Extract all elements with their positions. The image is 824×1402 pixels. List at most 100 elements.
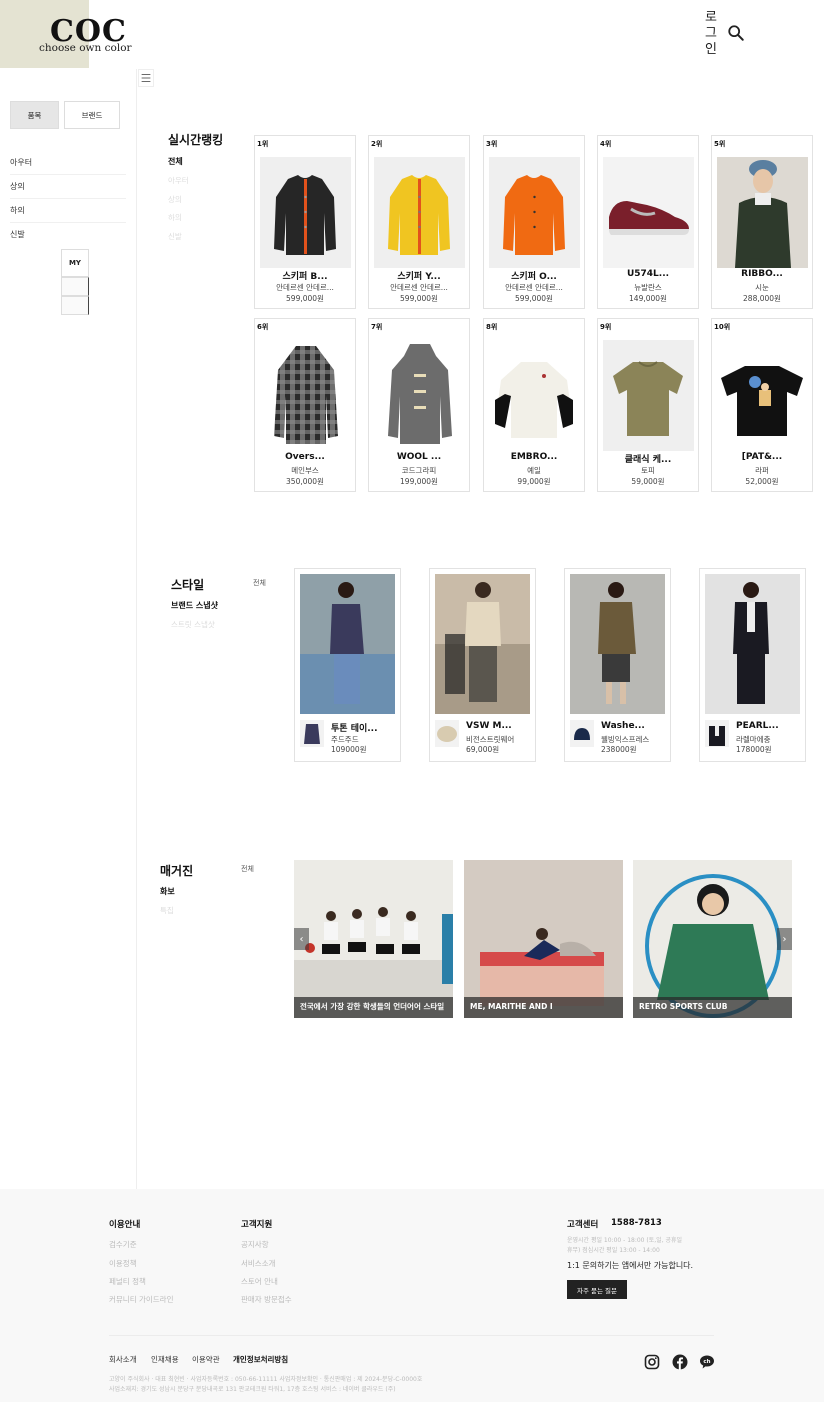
product-image[interactable]	[374, 157, 465, 268]
facebook-icon[interactable]	[672, 1354, 688, 1370]
style-product-thumb[interactable]	[300, 720, 324, 747]
footer-link[interactable]: 스토어 안내	[241, 1276, 278, 1287]
instagram-icon[interactable]	[644, 1354, 660, 1370]
footer-link[interactable]: 커뮤니티 가이드라인	[109, 1294, 173, 1305]
product-name[interactable]: WOOL ...	[369, 452, 469, 462]
product-name[interactable]: 클래식 케...	[598, 452, 698, 465]
footer-link[interactable]: 서비스소개	[241, 1258, 276, 1269]
footer-careers-link[interactable]: 인재채용	[151, 1354, 179, 1365]
product-image[interactable]	[260, 157, 351, 268]
product-image[interactable]	[603, 340, 694, 451]
product-name[interactable]: U574L...	[598, 269, 698, 279]
sidebar-item-shoes[interactable]: 신발	[10, 229, 126, 246]
product-image[interactable]	[603, 157, 694, 268]
style-card[interactable]: VSW M... 비전스트릿웨어 69,000원	[429, 568, 536, 762]
ranking-subcat-shoes[interactable]: 신발	[168, 231, 182, 242]
product-price: 99,000원	[517, 477, 551, 486]
product-name[interactable]: EMBRO...	[484, 452, 584, 462]
footer-terms-link[interactable]: 이용약관	[192, 1354, 220, 1365]
carousel-prev-icon[interactable]: ‹	[294, 928, 309, 950]
style-image[interactable]	[435, 574, 530, 714]
sidebar-item-top[interactable]: 상의	[10, 181, 126, 199]
faq-button[interactable]: 자주 묻는 질문	[567, 1280, 627, 1299]
ranking-subcat-outer[interactable]: 아우터	[168, 175, 189, 186]
rank-badge: 8위	[486, 323, 498, 331]
ranking-subcat-top[interactable]: 상의	[168, 194, 182, 205]
sidebar-item-outer[interactable]: 아우터	[10, 157, 126, 175]
footer-company-link[interactable]: 회사소개	[109, 1354, 137, 1365]
ranking-card[interactable]: 2위 스키퍼 Y... 안데르센 안데르... 599,000원	[368, 135, 470, 309]
magazine-subcat-feature[interactable]: 특집	[160, 905, 174, 916]
recent-item-slot[interactable]	[61, 296, 89, 315]
ranking-card[interactable]: 5위 RIBBO... 시눈 288,000원	[711, 135, 813, 309]
ranking-card[interactable]: 7위 WOOL ... 코드그라피 199,000원	[368, 318, 470, 492]
style-product-thumb[interactable]	[570, 720, 594, 747]
style-product-name[interactable]: Washe...	[601, 721, 645, 731]
magazine-caption[interactable]: RETRO SPORTS CLUB	[633, 997, 792, 1018]
magazine-card[interactable]: ME, MARITHE AND I	[464, 860, 623, 1018]
hamburger-menu-icon[interactable]	[138, 69, 154, 87]
ranking-card[interactable]: 3위 스키퍼 O... 안데르센 안데르... 599,000원	[483, 135, 585, 309]
ranking-card[interactable]: 4위 U574L... 뉴발란스 149,000원	[597, 135, 699, 309]
style-card[interactable]: 투톤 테이... 주드주드 109000원	[294, 568, 401, 762]
style-subcat-street-snap[interactable]: 스트릿 스냅샷	[171, 619, 215, 630]
style-image[interactable]	[570, 574, 665, 714]
ranking-card[interactable]: 1위 스키퍼 B... 안데르센 안데르... 599,000원	[254, 135, 356, 309]
magazine-card[interactable]: RETRO SPORTS CLUB ›	[633, 860, 792, 1018]
style-all-link[interactable]: 전체	[253, 578, 266, 588]
product-image[interactable]	[717, 157, 808, 268]
product-image[interactable]	[489, 340, 580, 451]
tab-category[interactable]: 품목	[10, 101, 59, 129]
product-name[interactable]: Overs...	[255, 452, 355, 462]
product-price: 599,000원	[286, 294, 324, 303]
tab-brand[interactable]: 브랜드	[64, 101, 120, 129]
ranking-card[interactable]: 9위 클래식 케... 토피 59,000원	[597, 318, 699, 492]
style-product-thumb[interactable]	[705, 720, 729, 747]
footer-link[interactable]: 이용정책	[109, 1258, 137, 1269]
customer-center-phone[interactable]: 1588-7813	[611, 1218, 662, 1228]
product-image[interactable]	[717, 340, 808, 451]
style-image[interactable]	[705, 574, 800, 714]
product-price: 149,000원	[629, 294, 667, 303]
magazine-subcat-pictorial[interactable]: 화보	[160, 886, 175, 897]
product-price: 288,000원	[743, 294, 781, 303]
product-name[interactable]: 스키퍼 O...	[484, 269, 584, 282]
product-name[interactable]: 스키퍼 B...	[255, 269, 355, 282]
product-image[interactable]	[489, 157, 580, 268]
footer-link[interactable]: 공지사항	[241, 1239, 269, 1250]
style-card[interactable]: PEARL... 라렐마에충 178000원	[699, 568, 806, 762]
kakao-channel-icon[interactable]: ch	[699, 1354, 715, 1370]
product-image[interactable]	[374, 340, 465, 451]
recent-item-slot[interactable]	[61, 277, 89, 296]
style-product-thumb[interactable]	[435, 720, 459, 747]
style-card[interactable]: Washe... 웰빙익스프레스 238000원	[564, 568, 671, 762]
style-image[interactable]	[300, 574, 395, 714]
ranking-card[interactable]: 6위 Overs... 메인부스 350,000원	[254, 318, 356, 492]
sidebar-item-bottom[interactable]: 하의	[10, 205, 126, 223]
ranking-subcat-all[interactable]: 전체	[168, 156, 183, 167]
style-product-name[interactable]: PEARL...	[736, 721, 779, 731]
magazine-all-link[interactable]: 전체	[241, 864, 254, 874]
login-link[interactable]: 로 그 인	[704, 10, 718, 58]
footer-privacy-link[interactable]: 개인정보처리방침	[233, 1354, 288, 1365]
magazine-card[interactable]: 전국에서 가장 강한 학생들의 언더어어 스타일 ‹	[294, 860, 453, 1018]
ranking-card[interactable]: 10위 [PAT&... 라퍼 52,000원	[711, 318, 813, 492]
search-icon[interactable]	[727, 24, 745, 42]
ranking-card[interactable]: 8위 EMBRO... 예일 99,000원	[483, 318, 585, 492]
magazine-caption[interactable]: 전국에서 가장 강한 학생들의 언더어어 스타일	[294, 997, 453, 1018]
footer-link[interactable]: 페널티 정책	[109, 1276, 146, 1287]
carousel-next-icon[interactable]: ›	[777, 928, 792, 950]
product-name[interactable]: [PAT&...	[712, 452, 812, 462]
my-button[interactable]: MY	[61, 249, 89, 277]
ranking-subcat-bottom[interactable]: 하의	[168, 212, 182, 223]
product-name[interactable]: RIBBO...	[712, 269, 812, 279]
style-product-name[interactable]: 투톤 테이...	[331, 721, 378, 734]
footer-link[interactable]: 검수기준	[109, 1239, 137, 1250]
product-image[interactable]	[260, 340, 351, 451]
footer-link[interactable]: 판매자 방문접수	[241, 1294, 292, 1305]
sidebar-divider	[136, 69, 137, 1189]
product-name[interactable]: 스키퍼 Y...	[369, 269, 469, 282]
style-product-name[interactable]: VSW M...	[466, 721, 512, 731]
magazine-caption[interactable]: ME, MARITHE AND I	[464, 997, 623, 1018]
style-subcat-brand-snap[interactable]: 브랜드 스냅샷	[171, 600, 218, 611]
